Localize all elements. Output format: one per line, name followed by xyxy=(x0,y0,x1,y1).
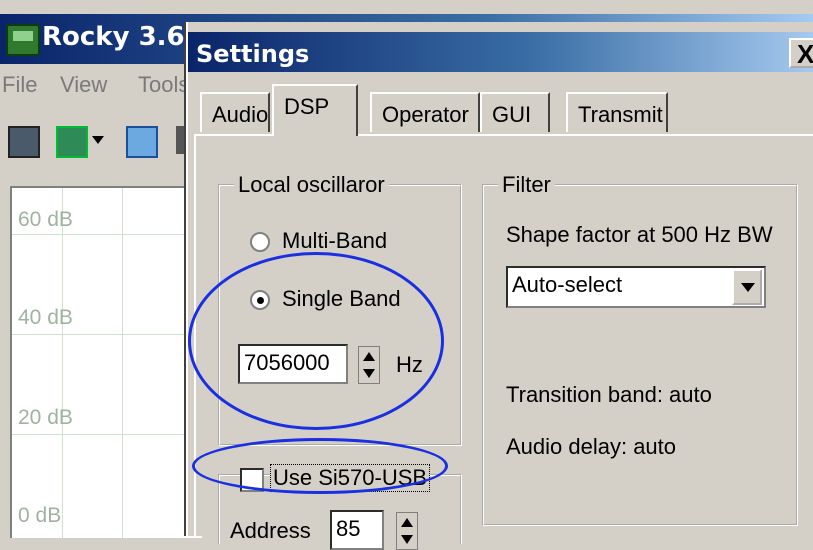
shape-factor-select[interactable]: Auto-select xyxy=(506,266,766,308)
use-si570-label[interactable]: Use Si570-USB xyxy=(270,464,431,492)
db-label: 0 dB xyxy=(18,504,62,527)
multi-band-radio[interactable] xyxy=(250,232,270,252)
frequency-input[interactable]: 7056000 xyxy=(238,344,348,384)
address-value: 85 xyxy=(336,516,361,541)
chevron-down-icon[interactable] xyxy=(732,269,762,305)
menu-tools[interactable]: Tools xyxy=(138,72,189,98)
spin-up-icon[interactable] xyxy=(363,352,375,361)
tab-label: Transmit xyxy=(578,102,663,127)
tab-label: Audio xyxy=(212,102,269,127)
use-si570-checkbox[interactable] xyxy=(240,468,264,492)
tab-gui[interactable]: GUI xyxy=(480,92,550,132)
transition-band-label: Transition band: auto xyxy=(506,382,712,407)
tab-label: Operator xyxy=(382,102,469,127)
address-spinner[interactable] xyxy=(396,512,418,550)
db-label: 40 dB xyxy=(18,306,73,329)
audio-delay-label: Audio delay: auto xyxy=(506,434,677,459)
spectrum-icon[interactable] xyxy=(126,126,158,158)
record-icon[interactable] xyxy=(8,126,40,158)
single-band-radio[interactable] xyxy=(250,290,270,310)
waterfall-icon[interactable] xyxy=(56,126,88,158)
shape-factor-label: Shape factor at 500 Hz BW xyxy=(506,222,773,247)
grid-line xyxy=(122,188,123,538)
menu-view[interactable]: View xyxy=(60,72,107,98)
grid-line xyxy=(12,234,202,235)
single-band-label[interactable]: Single Band xyxy=(282,286,401,312)
local-oscillator-group: Local oscillaror Multi-Band Single Band … xyxy=(218,172,462,446)
chevron-down-icon[interactable] xyxy=(92,136,104,148)
db-label: 60 dB xyxy=(18,208,73,231)
spin-down-icon[interactable] xyxy=(363,369,375,378)
toolbar xyxy=(0,116,200,166)
grid-line xyxy=(62,188,63,538)
close-icon: X xyxy=(797,39,813,69)
filter-group: Filter Shape factor at 500 Hz BW Auto-se… xyxy=(482,172,798,526)
tab-label: DSP xyxy=(284,94,330,119)
filter-title: Filter xyxy=(498,172,555,198)
spin-down-icon[interactable] xyxy=(401,535,413,544)
menu-file[interactable]: File xyxy=(2,72,37,98)
toolbar-item-icon[interactable] xyxy=(176,126,184,154)
app-icon xyxy=(6,24,40,56)
shape-factor-value: Auto-select xyxy=(512,272,623,297)
tab-transmit[interactable]: Transmit xyxy=(566,92,668,132)
frequency-value: 7056000 xyxy=(244,350,330,375)
frequency-unit: Hz xyxy=(396,352,423,377)
grid-line xyxy=(12,334,202,335)
tab-audio[interactable]: Audio xyxy=(200,92,270,132)
spectrum-display[interactable]: 60 dB 40 dB 20 dB 0 dB xyxy=(10,186,202,538)
multi-band-label[interactable]: Multi-Band xyxy=(282,228,387,254)
grid-line xyxy=(12,434,202,435)
address-input[interactable]: 85 xyxy=(330,510,384,550)
tab-label: GUI xyxy=(492,102,532,127)
frequency-spinner[interactable] xyxy=(358,346,380,384)
dialog-title: Settings xyxy=(196,40,310,68)
tab-operator[interactable]: Operator xyxy=(370,92,480,132)
local-oscillator-title: Local oscillaror xyxy=(234,172,389,198)
dialog-title-bar[interactable]: Settings X xyxy=(188,32,813,72)
dsp-tab-panel: Local oscillaror Multi-Band Single Band … xyxy=(194,134,813,550)
si570-group: Use Si570-USB Address 85 xyxy=(218,464,462,550)
main-window-title: Rocky 3.6 xyxy=(42,22,185,52)
db-label: 20 dB xyxy=(18,406,73,429)
address-label: Address xyxy=(230,518,311,543)
close-button[interactable]: X xyxy=(789,38,813,68)
spin-up-icon[interactable] xyxy=(401,518,413,527)
settings-dialog: Settings X Audio DSP Operator GUI Transm… xyxy=(186,22,813,550)
tab-dsp[interactable]: DSP xyxy=(272,84,358,136)
menu-bar: File View Tools xyxy=(0,64,200,104)
